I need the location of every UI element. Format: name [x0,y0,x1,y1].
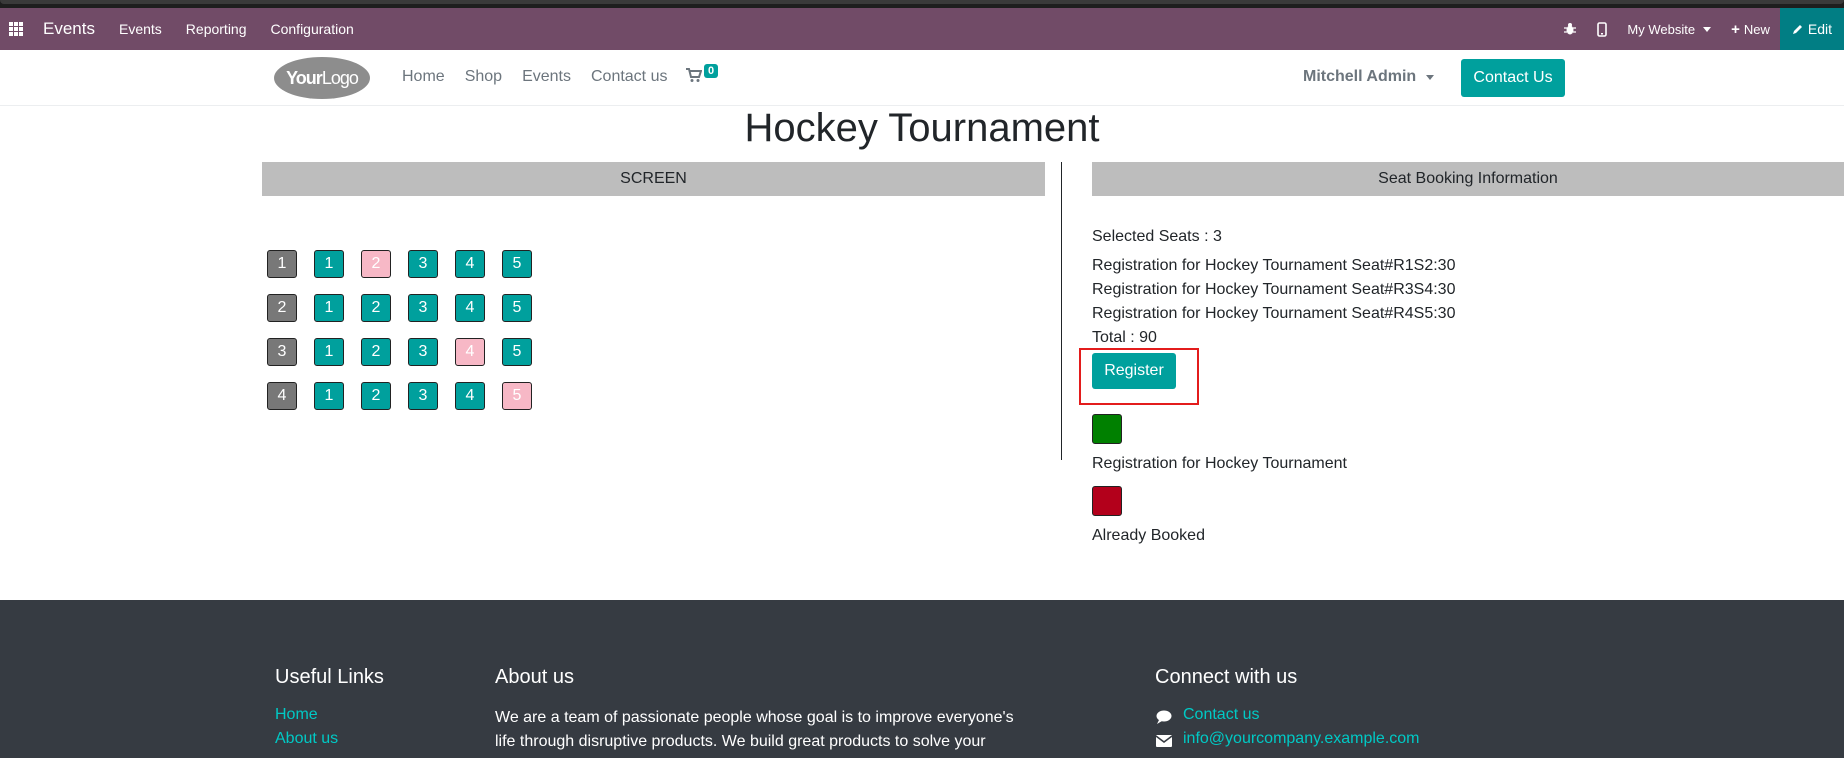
selected-seats-count: Selected Seats : 3 [1092,228,1222,245]
menu-events[interactable]: Events [119,21,162,37]
comment-icon [1156,710,1172,724]
register-button[interactable]: Register [1092,353,1176,389]
registration-line: Registration for Hockey Tournament Seat#… [1092,257,1456,274]
seat-available[interactable]: 5 [502,338,532,366]
seat-available[interactable]: 3 [408,338,438,366]
plus-icon: + [1731,20,1740,38]
seat-available[interactable]: 5 [502,250,532,278]
shopping-cart-icon [686,68,703,82]
new-label: New [1743,21,1770,37]
seat-available[interactable]: 1 [314,250,344,278]
seat-map: 112345212345312345412345 [267,250,549,426]
seat-selected[interactable]: 5 [502,382,532,410]
footer-email-link[interactable]: info@yourcompany.example.com [1183,730,1420,748]
about-us-text: We are a team of passionate people whose… [495,709,1014,750]
chevron-down-icon [1703,26,1712,32]
new-button[interactable]: + New [1731,21,1770,38]
row-label: 4 [267,382,297,410]
connect-title: Connect with us [1155,666,1298,688]
cart-count-badge: 0 [704,64,719,78]
chevron-down-icon [1426,74,1435,80]
website-selector-label: My Website [1627,21,1696,37]
user-menu[interactable]: Mitchell Admin [1303,68,1435,86]
footer-link-home[interactable]: Home [275,706,318,724]
legend-available-label: Registration for Hockey Tournament [1092,455,1347,472]
legend-booked-swatch [1092,486,1122,516]
booking-summary: Selected Seats : 3 Registration for Hock… [1092,225,1455,350]
legend-available-swatch [1092,414,1122,444]
seat-available[interactable]: 1 [314,338,344,366]
debug-bug-icon[interactable] [1563,22,1577,36]
seat-selected[interactable]: 2 [361,250,391,278]
seat-available[interactable]: 2 [361,338,391,366]
mobile-preview-icon[interactable] [1597,21,1608,37]
registration-line: Registration for Hockey Tournament Seat#… [1092,305,1456,322]
seat-row: 412345 [267,382,549,410]
footer-link-about[interactable]: About us [275,730,338,748]
nav-shop[interactable]: Shop [465,68,502,86]
registration-line: Registration for Hockey Tournament Seat#… [1092,281,1456,298]
seat-available[interactable]: 4 [455,294,485,322]
company-logo[interactable]: Your Logo [274,57,370,99]
nav-events[interactable]: Events [522,68,571,86]
about-us-title: About us [495,666,574,688]
row-label: 3 [267,338,297,366]
cart-link[interactable]: 0 [686,64,719,88]
legend-booked-label: Already Booked [1092,527,1205,544]
seat-available[interactable]: 1 [314,294,344,322]
pencil-icon [1792,25,1802,34]
useful-links-title: Useful Links [275,666,384,688]
seat-available[interactable]: 4 [455,250,485,278]
seat-available[interactable]: 5 [502,294,532,322]
seat-available[interactable]: 3 [408,382,438,410]
seat-row: 312345 [267,338,549,366]
nav-contact-us[interactable]: Contact us [591,68,667,86]
envelope-icon [1156,735,1172,747]
logo-text-light: Logo [321,67,359,88]
seat-selected[interactable]: 4 [455,338,485,366]
event-title: Hockey Tournament [744,106,1100,150]
website-header: Your Logo Home Shop Events Contact us 0 M… [0,50,1844,106]
app-name[interactable]: Events [43,19,95,39]
logo-text-bold: Your [286,67,323,88]
menu-reporting[interactable]: Reporting [186,21,247,37]
screen-label: SCREEN [262,162,1045,196]
seat-available[interactable]: 2 [361,294,391,322]
user-name: Mitchell Admin [1303,68,1417,85]
edit-label: Edit [1807,21,1832,37]
vertical-divider [1061,162,1062,460]
apps-menu-icon[interactable] [9,22,23,36]
edit-button[interactable]: Edit [1779,8,1844,50]
site-nav: Home Shop Events Contact us [402,68,687,86]
website-selector[interactable]: My Website [1627,21,1712,37]
seat-row: 112345 [267,250,549,278]
seat-available[interactable]: 3 [408,294,438,322]
booking-total: Total : 90 [1092,329,1157,346]
nav-home[interactable]: Home [402,68,445,86]
footer-contact-link[interactable]: Contact us [1183,706,1259,724]
menu-configuration[interactable]: Configuration [271,21,354,37]
contact-us-button[interactable]: Contact Us [1461,59,1565,97]
site-footer: Useful Links Home About us About us We a… [0,600,1844,758]
seat-booking-info-header: Seat Booking Information [1092,162,1844,196]
seat-available[interactable]: 1 [314,382,344,410]
row-label: 1 [267,250,297,278]
odoo-navbar: Events Events Reporting Configuration My… [0,8,1844,50]
seat-available[interactable]: 2 [361,382,391,410]
seat-row: 212345 [267,294,549,322]
seat-available[interactable]: 4 [455,382,485,410]
row-label: 2 [267,294,297,322]
browser-top-strip [0,0,1844,8]
seat-available[interactable]: 3 [408,250,438,278]
